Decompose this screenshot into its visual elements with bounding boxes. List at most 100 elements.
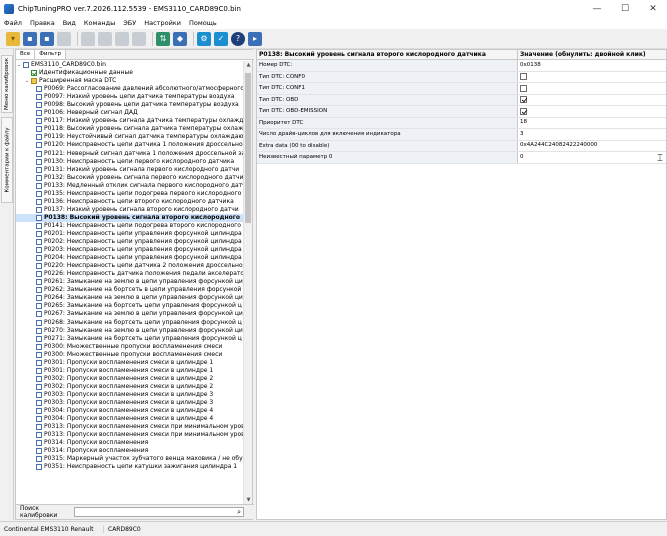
compare-icon[interactable] xyxy=(57,31,71,46)
tree-item-dtc[interactable]: P0302: Пропуски воспламенения смеси в ци… xyxy=(16,375,244,383)
tree-item-dtc[interactable]: P0261: Замыкание на землю в цепи управле… xyxy=(16,278,244,286)
tab-maps-menu[interactable]: Меню калибровок xyxy=(1,55,13,113)
tree-item-dtc[interactable]: P0137: Низкий уровень сигнала второго ки… xyxy=(16,206,244,214)
property-value[interactable]: 3 xyxy=(518,129,666,140)
folder-open-icon[interactable]: ▾ xyxy=(6,31,20,46)
property-value[interactable] xyxy=(518,72,666,83)
tree-item-dtc[interactable]: P0265: Замыкание на бортсеть цепи управл… xyxy=(16,302,244,310)
property-checkbox[interactable] xyxy=(520,96,527,104)
tree-item-dtc[interactable]: P0314: Пропуски воспламенения xyxy=(16,439,244,447)
tree-item-dtc[interactable]: P0304: Пропуски воспламенения смеси в ци… xyxy=(16,415,244,423)
tree-item-dtc[interactable]: P0136: Неисправность цепи второго кислор… xyxy=(16,198,244,206)
save-icon[interactable]: ▪ xyxy=(23,31,37,46)
menu-ecu[interactable]: ЭБУ xyxy=(119,19,140,27)
tree-item-dtc[interactable]: P0131: Низкий уровень сигнала первого ки… xyxy=(16,166,244,174)
property-row[interactable]: Тип DTC: OBD-EMISSION xyxy=(257,106,666,118)
property-value[interactable]: 18 xyxy=(518,118,666,129)
property-row[interactable]: Тип DTC: CONF1 xyxy=(257,83,666,95)
property-row[interactable]: Extra data (00 to disable) 0x4A244C240824… xyxy=(257,140,666,152)
tree-item-dtc[interactable]: P0204: Неисправность цепи управления фор… xyxy=(16,254,244,262)
menu-file[interactable]: Файл xyxy=(0,19,26,27)
tree-item-dtc[interactable]: P0220: Неисправность цепи датчика 2 поло… xyxy=(16,262,244,270)
tree-item-dtc[interactable]: P0201: Неисправность цепи управления фор… xyxy=(16,230,244,238)
tree-item-dtc[interactable]: P0262: Замыкание на бортсеть в цепи упра… xyxy=(16,286,244,294)
property-row[interactable]: Номер DTC: 0x0138 xyxy=(257,60,666,72)
tree-item-dtc[interactable]: P0130: Неисправность цепи первого кислор… xyxy=(16,158,244,166)
tree-item-dtc[interactable]: P0267: Замыкание на землю в цепи управле… xyxy=(16,310,244,318)
calibration-tree[interactable]: ⌄ EMS3110_CARD89C0.bin Идентификационные … xyxy=(16,61,244,505)
save-as-icon[interactable]: ▪ xyxy=(40,31,54,46)
write-ecu-icon[interactable]: ◆ xyxy=(173,31,187,46)
property-row[interactable]: Неизвестный параметр 00 xyxy=(257,152,666,164)
tab-all[interactable]: Все xyxy=(16,50,36,59)
menu-commands[interactable]: Команды xyxy=(80,19,119,27)
tree-item-dtc[interactable]: P0203: Неисправность цепи управления фор… xyxy=(16,246,244,254)
tree-item-dtc[interactable]: P0118: Высокий уровень сигнала датчика т… xyxy=(16,125,244,133)
tree-item-dtc[interactable]: P0106: Неверный сигнал ДАД xyxy=(16,109,244,117)
tree-item-dtc[interactable]: P0133: Медленный отклик сигнала первого … xyxy=(16,182,244,190)
collapse-icon[interactable]: ⌄ xyxy=(16,61,22,69)
scroll-thumb[interactable] xyxy=(245,73,251,223)
tree-item-dtc[interactable]: P0301: Пропуски воспламенения смеси в ци… xyxy=(16,359,244,367)
property-value[interactable]: 0 xyxy=(518,152,666,163)
property-row[interactable]: Тип DTC: OBD xyxy=(257,94,666,106)
paste-icon[interactable] xyxy=(132,31,146,46)
read-ecu-icon[interactable]: ⇅ xyxy=(156,31,170,46)
property-checkbox[interactable] xyxy=(520,84,527,92)
checksum-icon[interactable]: ✓ xyxy=(214,31,228,46)
tree-item-dtc[interactable]: P0141: Неисправность цепи подогрева втор… xyxy=(16,222,244,230)
tree-item-dtc[interactable]: P0304: Пропуски воспламенения смеси в ци… xyxy=(16,407,244,415)
tree-item-dtc[interactable]: P0202: Неисправность цепи управления фор… xyxy=(16,238,244,246)
search-input[interactable]: ⌕ xyxy=(74,507,244,517)
tree-item-identification[interactable]: Идентификационные данные xyxy=(16,69,244,77)
tree-item-dtc[interactable]: P0314: Пропуски воспламенения xyxy=(16,447,244,455)
tree-item-dtc[interactable]: P0121: Неверный сигнал датчика 1 положен… xyxy=(16,150,244,158)
tree-item-dtc[interactable]: P0119: Неустойчивый сигнал датчика темпе… xyxy=(16,133,244,141)
property-value[interactable] xyxy=(518,95,666,106)
settings-icon[interactable]: ⚙ xyxy=(197,31,211,46)
property-checkbox[interactable] xyxy=(520,73,527,81)
tree-item-dtc[interactable]: P0302: Пропуски воспламенения смеси в ци… xyxy=(16,383,244,391)
tree-item-dtc[interactable]: P0268: Замыкание на бортсеть цепи управл… xyxy=(16,319,244,327)
tree-item-dtc[interactable]: P0351: Неисправность цепи катушки зажига… xyxy=(16,463,244,471)
undo-icon[interactable] xyxy=(81,31,95,46)
tree-item-dtc[interactable]: P0270: Замыкание на землю в цепи управле… xyxy=(16,327,244,335)
minimize-button[interactable]: — xyxy=(583,0,611,17)
menu-help[interactable]: Помощь xyxy=(185,19,221,27)
tree-item-dtc[interactable]: P0300: Множественные пропуски воспламене… xyxy=(16,343,244,351)
tree-root[interactable]: ⌄ EMS3110_CARD89C0.bin xyxy=(16,61,244,69)
help-icon[interactable]: ? xyxy=(231,31,245,46)
tree-item-dtc[interactable]: P0313: Пропуски воспламенения смеси при … xyxy=(16,423,244,431)
tree-item-dtc[interactable]: P0303: Пропуски воспламенения смеси в ци… xyxy=(16,399,244,407)
property-row[interactable]: Тип DTC: CONF0 xyxy=(257,71,666,83)
collapse-icon[interactable]: ⌄ xyxy=(24,77,30,85)
tree-item-dtc[interactable]: P0097: Низкий уровень цепи датчика темпе… xyxy=(16,93,244,101)
menu-edit[interactable]: Правка xyxy=(26,19,59,27)
tree-item-dtc[interactable]: P0271: Замыкание на бортсеть цепи управл… xyxy=(16,335,244,343)
property-value[interactable]: 0x4A244C24082422240000 xyxy=(518,141,666,152)
property-value[interactable] xyxy=(518,106,666,117)
tree-item-dtc[interactable]: P0098: Высокий уровень цепи датчика темп… xyxy=(16,101,244,109)
tree-item-dtc[interactable]: P0226: Неисправность датчика положения п… xyxy=(16,270,244,278)
tree-item-dtc[interactable]: P0138: Высокий уровень сигнала второго к… xyxy=(16,213,244,222)
tree-item-dtc[interactable]: P0120: Неисправность цепи датчика 1 поло… xyxy=(16,141,244,149)
tree-scrollbar[interactable]: ▲ ▼ xyxy=(243,61,252,505)
tree-item-dtc[interactable]: P0315: Маркерный участок зубчатого венца… xyxy=(16,455,244,463)
menu-view[interactable]: Вид xyxy=(59,19,80,27)
property-row[interactable]: Приоритет DTC 18 xyxy=(257,117,666,129)
tree-item-dtc[interactable]: P0069: Рассогласование давлений абсолютн… xyxy=(16,85,244,93)
redo-icon[interactable] xyxy=(98,31,112,46)
tree-item-dtc[interactable]: P0300: Множественные пропуски воспламене… xyxy=(16,351,244,359)
tab-file-comments[interactable]: Комментарии к файлу xyxy=(1,117,13,203)
tree-item-dtc[interactable]: P0117: Низкий уровень сигнала датчика те… xyxy=(16,117,244,125)
property-value[interactable]: 0x0138 xyxy=(518,60,666,71)
tree-item-dtc[interactable]: P0135: Неисправность цепи подогрева перв… xyxy=(16,190,244,198)
property-checkbox[interactable] xyxy=(520,107,527,115)
tree-item-dtc[interactable]: P0301: Пропуски воспламенения смеси в ци… xyxy=(16,367,244,375)
tree-item-dtc[interactable]: P0303: Пропуски воспламенения смеси в ци… xyxy=(16,391,244,399)
tab-filter[interactable]: Фильтр xyxy=(35,50,66,59)
copy-icon[interactable] xyxy=(115,31,129,46)
tree-item-dtc[interactable]: P0264: Замыкание на землю в цепи управле… xyxy=(16,294,244,302)
tree-item-dtc[interactable]: P0313: Пропуски воспламенения смеси при … xyxy=(16,431,244,439)
property-row[interactable]: Число драйв-циклов для включения индикат… xyxy=(257,129,666,141)
